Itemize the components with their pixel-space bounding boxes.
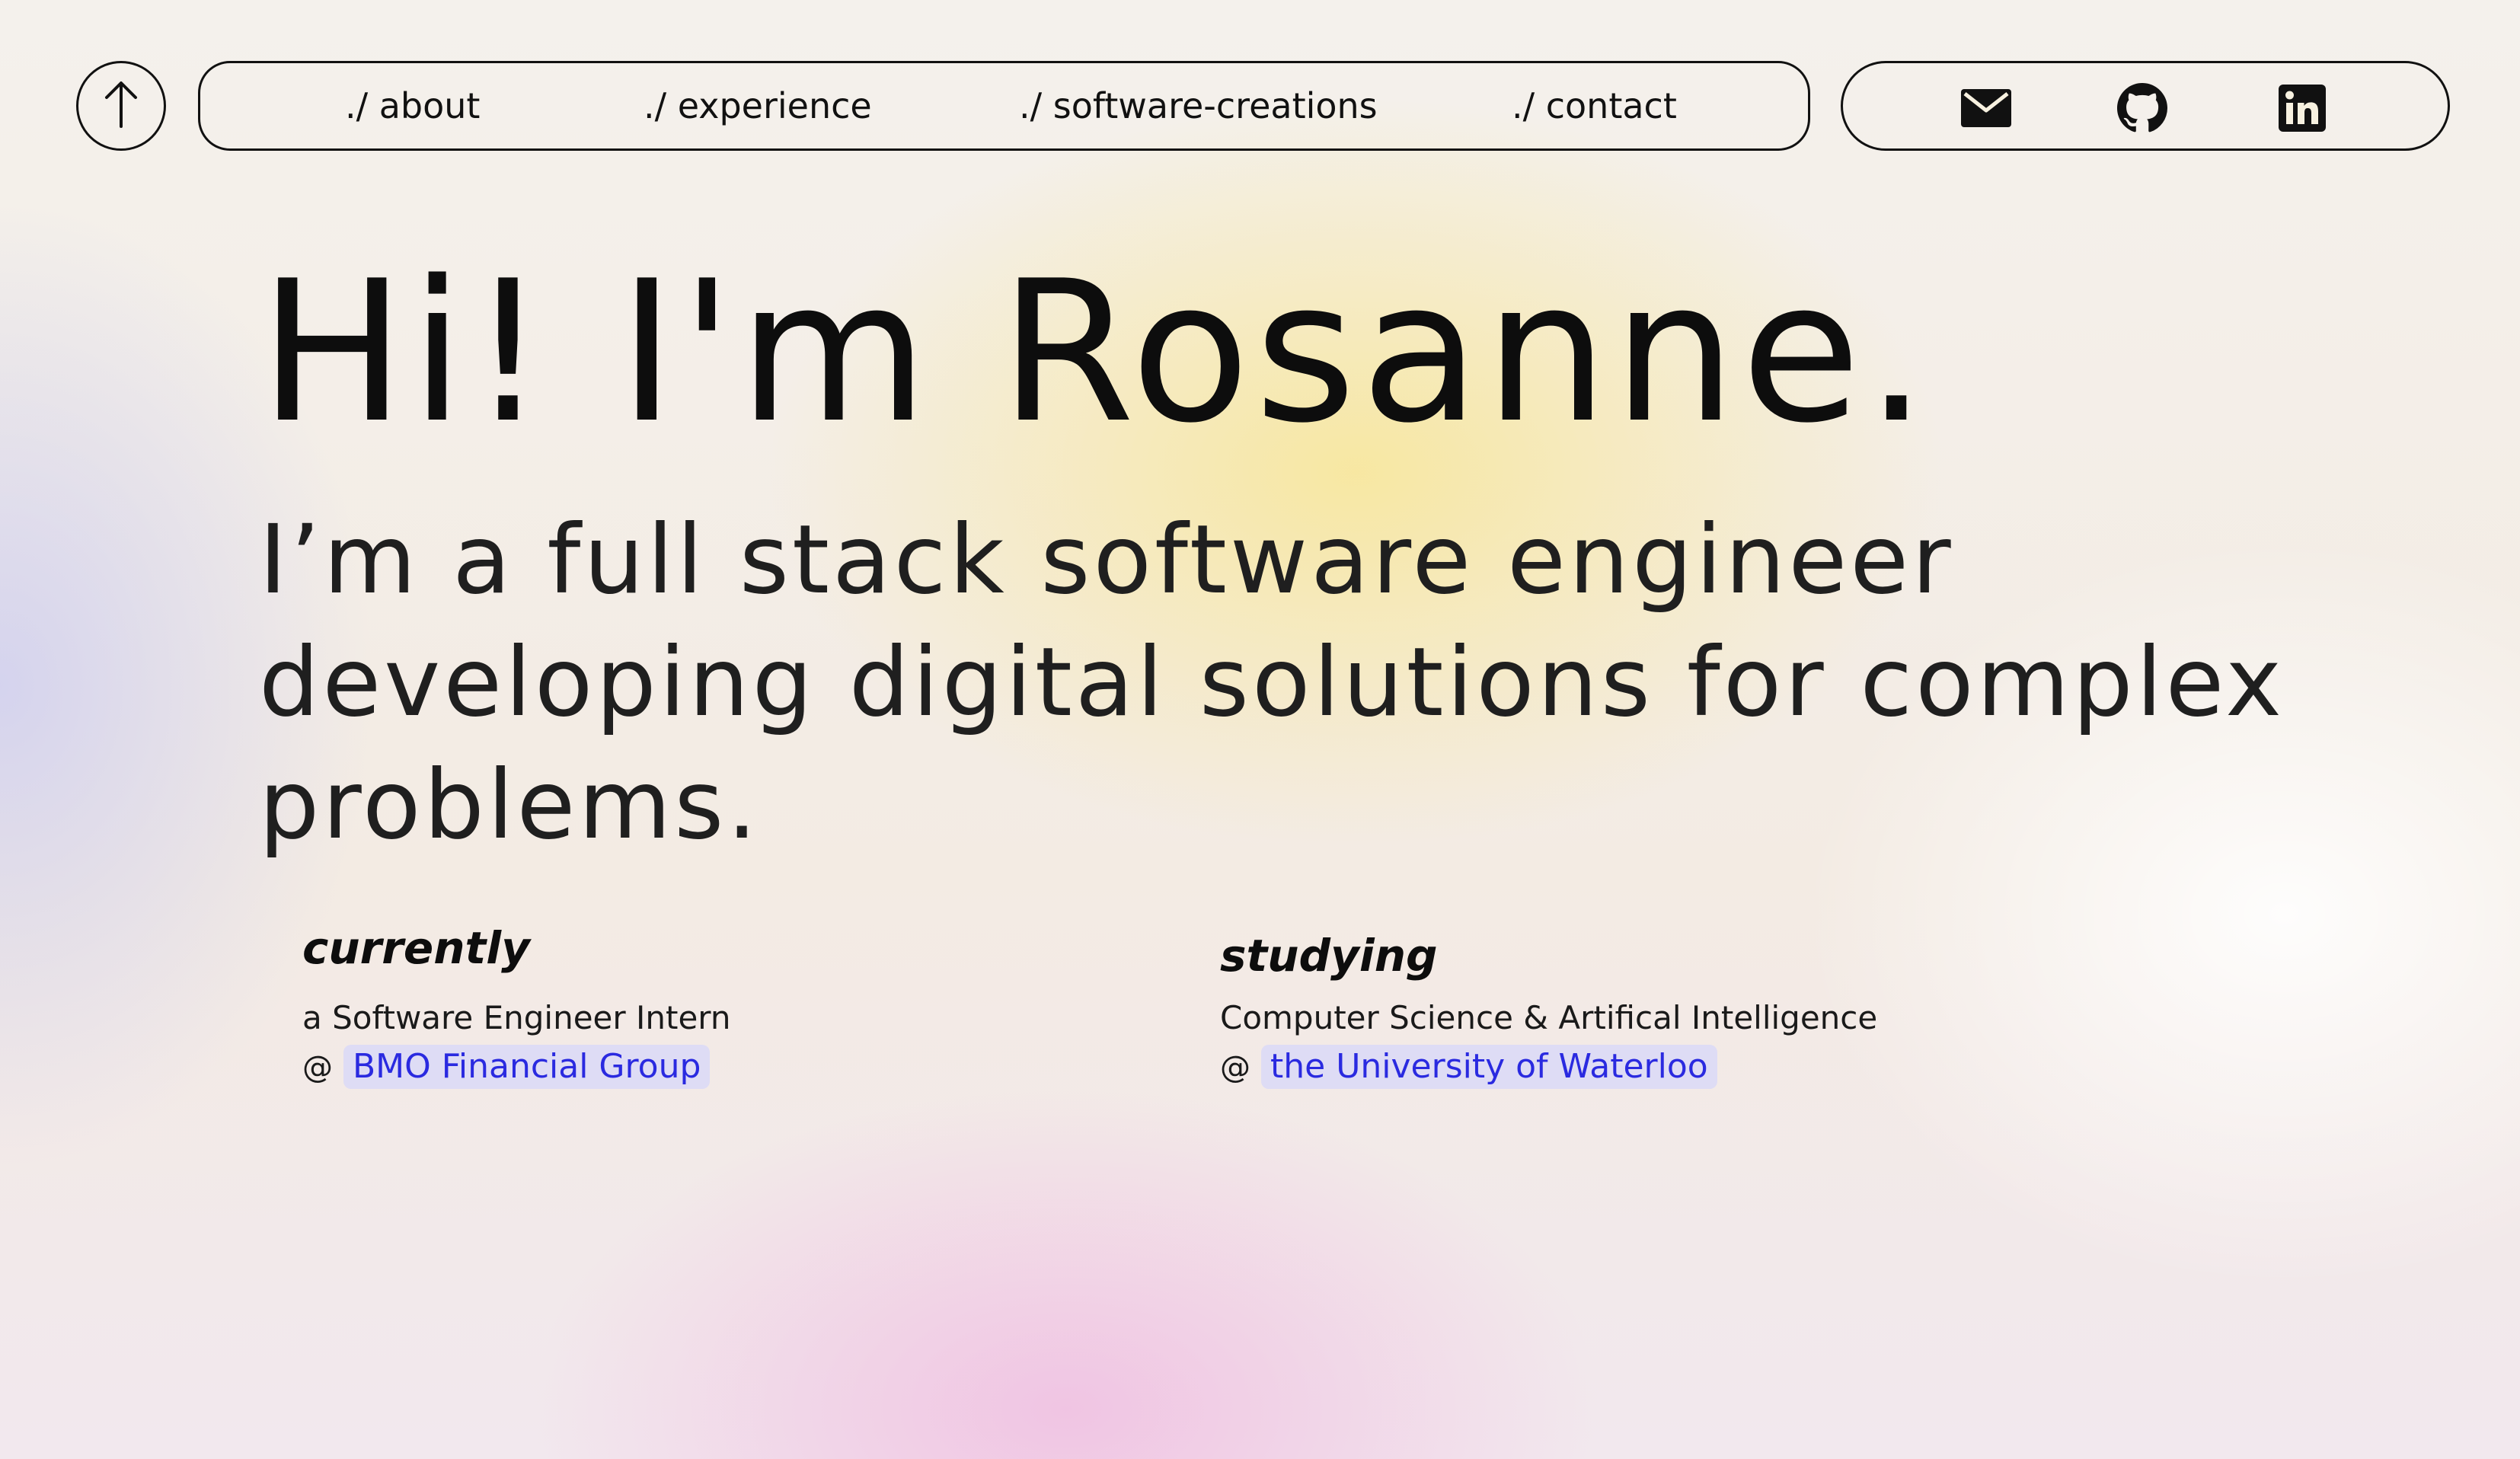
nav-link-contact[interactable]: ./ contact: [1512, 63, 1677, 148]
main-nav: ./ about ./ experience ./ software-creat…: [198, 61, 1810, 151]
currently-section: currently a Software Engineer Intern @ BM…: [302, 918, 730, 1092]
nav-link-about[interactable]: ./ about: [345, 63, 480, 148]
nav-link-software-creations[interactable]: ./ software-creations: [1019, 63, 1378, 148]
current-org-line: @ BMO Financial Group: [302, 1042, 730, 1092]
social-links: [1841, 61, 2450, 151]
linkedin-icon[interactable]: [2277, 83, 2327, 133]
university-link[interactable]: the University of Waterloo: [1261, 1045, 1717, 1089]
hero-subtitle: I’m a full stack software engineer devel…: [259, 505, 2285, 860]
github-icon[interactable]: [2117, 83, 2167, 133]
at-sign: @: [302, 1050, 333, 1085]
study-school-line: @ the University of Waterloo: [1220, 1042, 1877, 1092]
study-program: Computer Science & Artifical Intelligenc…: [1220, 999, 1878, 1036]
mail-icon[interactable]: [1961, 83, 2011, 133]
arrow-up-icon: [102, 81, 140, 131]
current-role: a Software Engineer Intern: [302, 999, 731, 1036]
bmo-link[interactable]: BMO Financial Group: [343, 1045, 711, 1089]
scroll-to-top-button[interactable]: [76, 61, 166, 151]
studying-section: studying Computer Science & Artifical In…: [1220, 925, 1877, 1092]
hero-title: Hi! I'm Rosanne.: [259, 239, 1932, 466]
currently-heading: currently: [302, 922, 530, 974]
at-sign: @: [1220, 1050, 1250, 1085]
nav-link-experience[interactable]: ./ experience: [644, 63, 872, 148]
studying-heading: studying: [1220, 930, 1438, 982]
